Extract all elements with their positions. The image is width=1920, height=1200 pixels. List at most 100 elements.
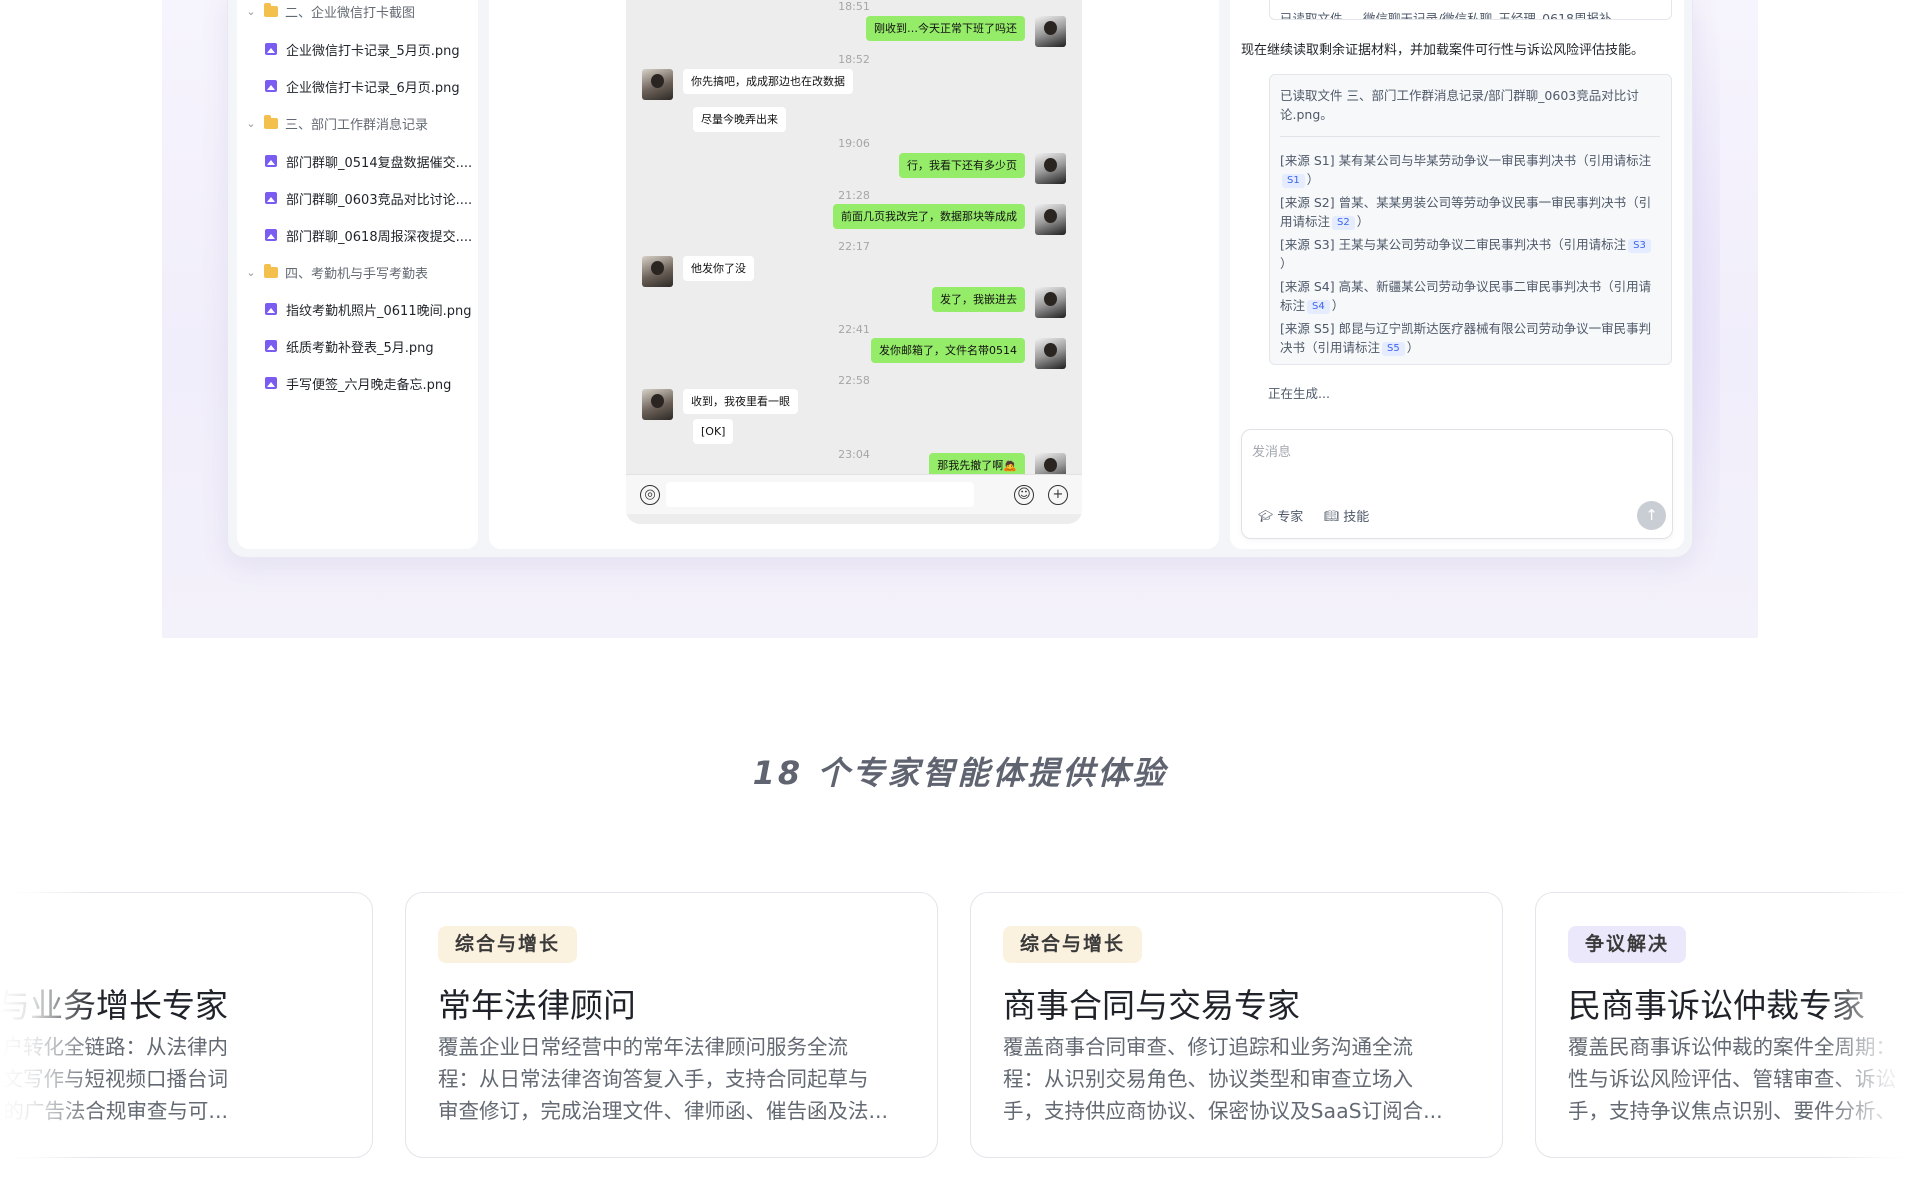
expert-card[interactable]: 与业务增长专家 开发与客户转化全链路：从法律内 公众号长文写作与短视频口播台词 … <box>0 892 373 1158</box>
sources-card: 已读取文件 三、部门工作群消息记录/部门群聊_0603竞品对比讨论.png。 [… <box>1269 74 1672 365</box>
image-file-icon <box>265 377 277 389</box>
source-end: ） <box>1406 340 1420 355</box>
source-end: ） <box>1356 214 1370 229</box>
tree-file-label: 手写便签_六月晚走备忘.png <box>286 377 452 393</box>
chat-timestamp: 21:28 <box>838 189 870 202</box>
tree-file-row[interactable]: 部门群聊_0618周报深夜提交.... <box>265 224 472 246</box>
chat-bubble: 收到，我夜里看一眼 <box>683 389 798 415</box>
source-item: [来源 S2] 曾某、某某男装公司等劳动争议民事一审民事判决书（引用请标注 S2） <box>1280 193 1660 231</box>
chevron-down-icon: ⌄ <box>246 116 256 130</box>
image-file-icon <box>265 43 277 55</box>
tree-folder-row[interactable]: ⌄ 二、企业微信打卡截图 <box>244 0 415 22</box>
send-button[interactable]: ↑ <box>1637 501 1666 530</box>
card-description: 覆盖商事合同审查、修订追踪和业务沟通全流 程：从识别交易角色、协议类型和审查立场… <box>1003 1031 1477 1127</box>
expert-card[interactable]: 争议解决 民商事诉讼仲裁专家 覆盖民商事诉讼仲裁的案件全周期： 性与诉讼风险评估… <box>1535 892 1920 1158</box>
tree-file-row[interactable]: 部门群聊_0514复盘数据催交.... <box>265 150 472 172</box>
chat-message: [OK] <box>642 419 734 445</box>
file-read-card: 已读取文件 … 微信聊天记录/微信私聊_王经理_0618周报补 <box>1269 0 1672 20</box>
source-tag[interactable]: S1 <box>1282 174 1305 188</box>
source-end: ） <box>1306 172 1320 187</box>
card-title: 常年法律顾问 <box>438 986 636 1025</box>
source-text: [来源 S5] 郎昆与辽宁凯斯达医疗器械有限公司劳动争议一审民事判决书（引用请标… <box>1280 321 1652 355</box>
card-category-badge: 争议解决 <box>1568 926 1687 963</box>
wechat-screenshot: 18:51 刚收到…今天正常下班了吗还 18:52 你先搞吧，成成那边也在改数据… <box>626 0 1082 524</box>
card-description: 覆盖企业日常经营中的常年法律顾问服务全流 程：从日常法律咨询答复入手，支持合同起… <box>438 1031 912 1127</box>
tree-file-row[interactable]: 纸质考勤补登表_5月.png <box>265 335 434 357</box>
folder-icon <box>264 114 278 129</box>
chat-timestamp: 18:51 <box>838 0 870 13</box>
chat-message: 前面几页我改完了，数据那块等成成 <box>833 204 1066 235</box>
image-file-icon <box>265 340 277 352</box>
avatar <box>1035 153 1066 184</box>
source-tag[interactable]: S4 <box>1307 300 1330 314</box>
chat-bubble: 他发你了没 <box>683 256 754 282</box>
image-file-icon <box>265 303 277 315</box>
chat-timestamp: 22:41 <box>838 323 870 336</box>
chat-timestamp: 19:06 <box>838 137 870 150</box>
chat-message: 行，我看下还有多少页 <box>899 153 1066 184</box>
tree-file-row[interactable]: 企业微信打卡记录_5月页.png <box>265 38 460 60</box>
card-desc-line: 覆盖民商事诉讼仲裁的案件全周期： <box>1568 1035 1896 1059</box>
wechat-text-input[interactable] <box>666 482 974 507</box>
tree-folder-label: 三、部门工作群消息记录 <box>285 117 429 133</box>
tree-folder-row[interactable]: ⌄ 四、考勤机与手写考勤表 <box>244 261 428 283</box>
image-file-icon <box>265 192 277 204</box>
avatar <box>642 69 673 100</box>
chat-bubble: 尽量今晚弄出来 <box>693 107 786 133</box>
tree-folder-label: 二、企业微信打卡截图 <box>285 5 416 21</box>
file-read-text: 已读取文件 … 微信聊天记录/微信私聊_王经理_0618周报补 <box>1280 11 1612 20</box>
avatar <box>1035 16 1066 47</box>
expert-card-carousel: 与业务增长专家 开发与客户转化全链路：从法律内 公众号长文写作与短视频口播台词 … <box>0 890 1920 1200</box>
chat-bubble: 行，我看下还有多少页 <box>899 153 1025 179</box>
expert-chip[interactable]: 🎓︎ 专家 <box>1258 506 1304 526</box>
source-text: [来源 S3] 王某与某公司劳动争议二审民事判决书（引用请标注 <box>1280 237 1627 252</box>
voice-icon[interactable]: ◎ <box>640 485 660 505</box>
tree-file-row[interactable]: 企业微信打卡记录_6月页.png <box>265 75 460 97</box>
assistant-status-line: 现在继续读取剩余证据材料，并加载案件可行性与诉讼风险评估技能。 <box>1241 43 1645 58</box>
card-desc-line: 程：从识别交易角色、协议类型和审查立场入 <box>1003 1067 1413 1091</box>
source-text: [来源 S1] 某有某公司与毕某劳动争议一审民事判决书（引用请标注 <box>1280 153 1652 168</box>
chat-timestamp: 22:58 <box>838 374 870 387</box>
tree-file-row[interactable]: 部门群聊_0603竞品对比讨论.... <box>265 187 472 209</box>
card-title: 民商事诉讼仲裁专家 <box>1568 986 1865 1025</box>
avatar <box>1035 204 1066 235</box>
emoji-icon[interactable]: ☺ <box>1014 485 1034 505</box>
expert-card[interactable]: 综合与增长 商事合同与交易专家 覆盖商事合同审查、修订追踪和业务沟通全流 程：从… <box>970 892 1503 1158</box>
chat-bubble: 发你邮箱了，文件名带0514 <box>871 338 1025 364</box>
card-title: 商事合同与交易专家 <box>1003 986 1300 1025</box>
avatar <box>642 256 673 287</box>
tree-file-row[interactable]: 手写便签_六月晚走备忘.png <box>265 372 451 394</box>
plus-icon[interactable]: + <box>1048 485 1068 505</box>
tree-folder-row[interactable]: ⌄ 三、部门工作群消息记录 <box>244 112 428 134</box>
skill-chip[interactable]: 📖︎ 技能 <box>1324 506 1370 526</box>
chat-message: 你先搞吧，成成那边也在改数据 <box>642 69 853 100</box>
card-desc-line: 开发与客户转化全链路：从法律内 <box>0 1035 228 1059</box>
source-tag[interactable]: S3 <box>1628 239 1651 253</box>
chat-bubble: 刚收到…今天正常下班了吗还 <box>866 16 1025 42</box>
graduation-cap-icon: 🎓︎ <box>1258 508 1274 523</box>
divider <box>1280 136 1660 137</box>
expert-chip-label: 专家 <box>1277 510 1304 525</box>
file-tree-panel: ⌄ 二、企业微信打卡截图 企业微信打卡记录_5月页.png 企业微信打卡记录_6… <box>237 0 478 549</box>
card-description: 覆盖民商事诉讼仲裁的案件全周期： 性与诉讼风险评估、管辖审查、诉讼 手，支持争议… <box>1568 1031 1920 1127</box>
source-tag[interactable]: S5 <box>1382 342 1405 356</box>
skill-chip-label: 技能 <box>1343 510 1370 525</box>
chat-timestamp: 22:17 <box>838 240 870 253</box>
message-input[interactable]: 发消息 <box>1252 441 1291 460</box>
generating-status: 正在生成... <box>1268 386 1330 401</box>
avatar <box>1035 338 1066 369</box>
avatar <box>1035 287 1066 318</box>
message-input-box[interactable]: 发消息 🎓︎ 专家 📖︎ 技能 ↑ <box>1241 429 1673 539</box>
chat-timestamp: 18:52 <box>838 53 870 66</box>
chat-bubble: 前面几页我改完了，数据那块等成成 <box>833 204 1025 230</box>
card-desc-line: 程：从日常法律咨询答复入手，支持合同起草与 <box>438 1067 869 1091</box>
page: ⌄ 二、企业微信打卡截图 企业微信打卡记录_5月页.png 企业微信打卡记录_6… <box>0 0 1920 1200</box>
source-item: [来源 S4] 高某、新疆某公司劳动争议民事二审民事判决书（引用请标注 S4） <box>1280 277 1660 315</box>
image-file-icon <box>265 80 277 92</box>
tree-file-row[interactable]: 指纹考勤机照片_0611晚间.png <box>265 298 471 320</box>
source-tag[interactable]: S2 <box>1332 216 1355 230</box>
avatar <box>642 389 673 420</box>
chat-message: 收到，我夜里看一眼 <box>642 389 798 420</box>
expert-card[interactable]: 综合与增长 常年法律顾问 覆盖企业日常经营中的常年法律顾问服务全流 程：从日常法… <box>405 892 938 1158</box>
source-end: ） <box>1331 298 1345 313</box>
